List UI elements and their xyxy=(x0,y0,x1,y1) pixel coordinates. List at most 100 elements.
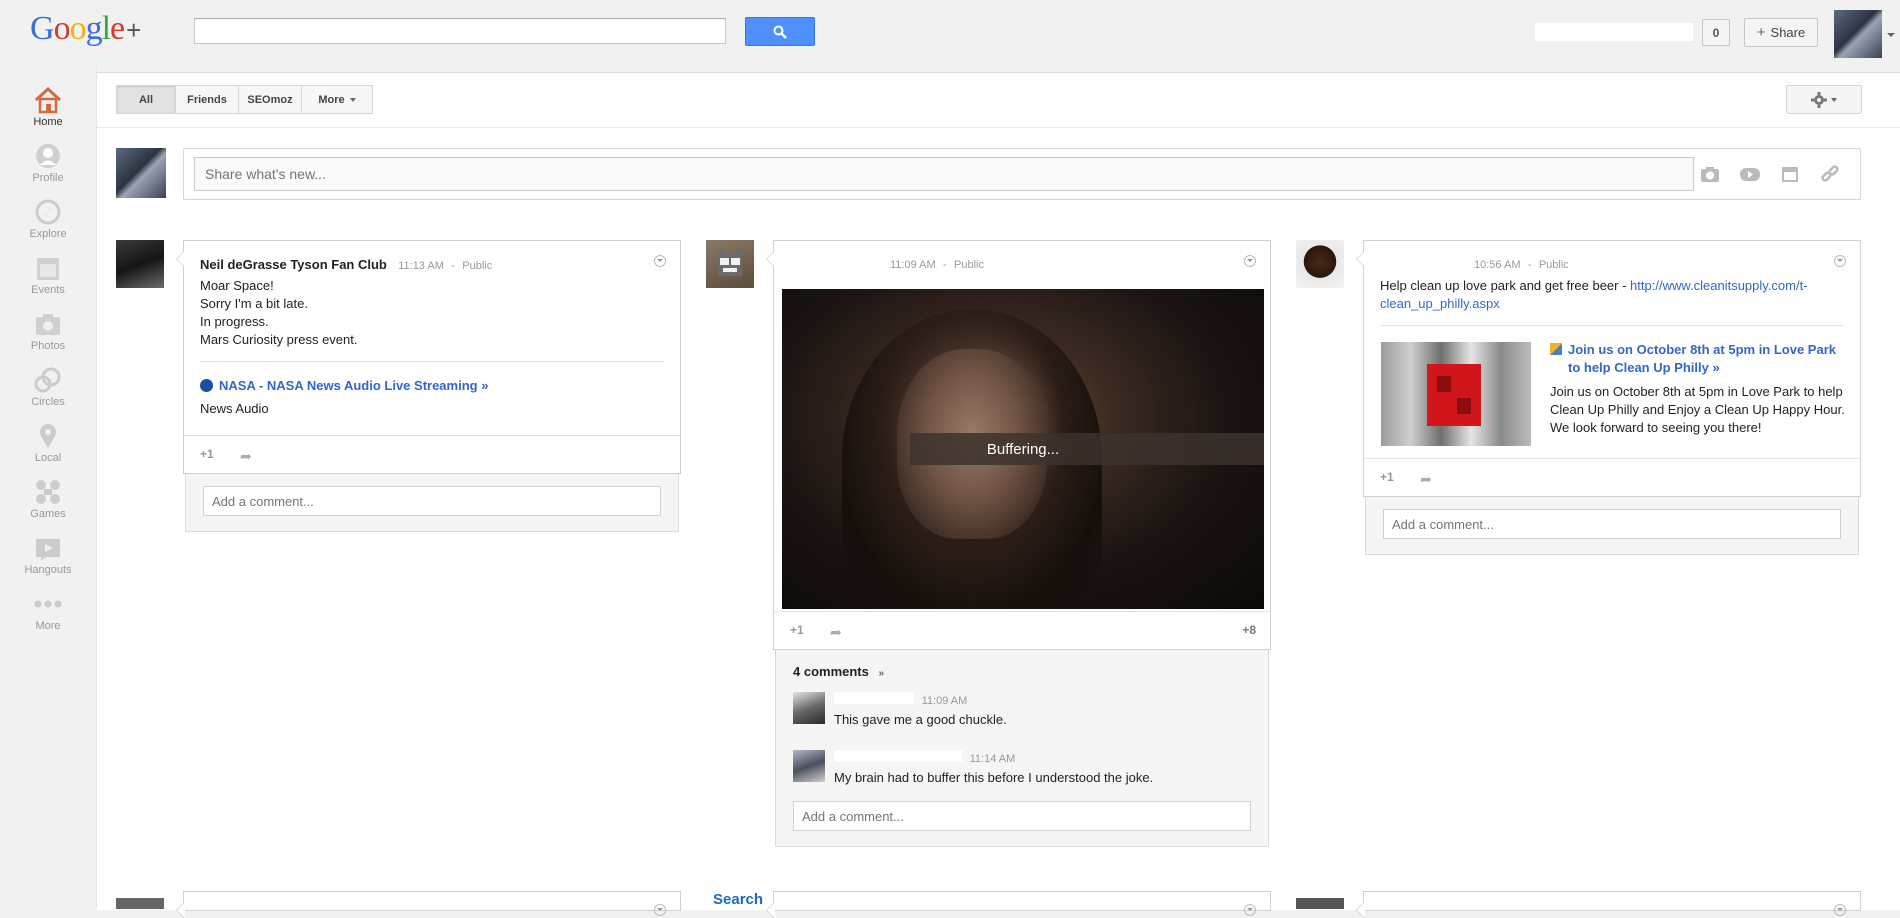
post-thumbnail-text: Search xyxy=(713,891,764,908)
post-time[interactable]: 11:13 AM xyxy=(398,260,444,272)
post-menu-icon[interactable] xyxy=(654,255,666,267)
map-pin-icon xyxy=(32,422,64,450)
post-menu-icon[interactable] xyxy=(1244,255,1256,267)
comments-toggle[interactable]: 4 comments » xyxy=(793,664,884,679)
share-arrow-icon[interactable]: ➦ xyxy=(1420,471,1432,488)
share-button[interactable]: + Share xyxy=(1744,18,1818,47)
video-player[interactable]: Buffering... xyxy=(782,289,1264,609)
post-author-avatar[interactable] xyxy=(1296,240,1344,288)
nav-more[interactable]: More xyxy=(0,582,96,638)
plus-one-button[interactable]: +1 xyxy=(790,623,804,637)
post-visibility[interactable]: Public xyxy=(954,259,984,271)
filter-friends[interactable]: Friends xyxy=(175,85,239,114)
profile-icon xyxy=(32,142,64,170)
compass-icon xyxy=(32,198,64,226)
post-url-continued[interactable]: clean_up_philly.aspx xyxy=(1380,296,1500,311)
nav-photos[interactable]: Photos xyxy=(0,302,96,358)
plus-one-button[interactable]: +1 xyxy=(1380,470,1394,484)
video-icon[interactable] xyxy=(1739,163,1761,185)
more-dots-icon xyxy=(32,590,64,618)
site-favicon-icon xyxy=(1550,343,1562,355)
comment-author[interactable] xyxy=(834,692,914,704)
buffering-status: Buffering... xyxy=(986,441,1060,458)
post-author-avatar[interactable] xyxy=(706,240,754,288)
post-author-avatar[interactable] xyxy=(1296,898,1344,909)
link-title-continued[interactable]: to help Clean Up Philly » xyxy=(1550,359,1850,377)
comment: 11:09 AM This gave me a good chuckle. xyxy=(834,692,1007,727)
my-avatar[interactable] xyxy=(116,148,166,198)
filter-more-label: More xyxy=(318,93,345,106)
post-separator: - xyxy=(943,259,947,271)
nav-circles[interactable]: Circles xyxy=(0,358,96,414)
post-author[interactable]: Neil deGrasse Tyson Fan Club xyxy=(200,257,387,272)
share-input[interactable] xyxy=(194,157,1694,191)
games-icon xyxy=(32,478,64,506)
account-avatar[interactable] xyxy=(1834,10,1882,58)
link-icon[interactable] xyxy=(1819,163,1841,185)
comments-count: 4 comments xyxy=(793,664,869,679)
comment-input[interactable] xyxy=(1383,509,1841,539)
search-input[interactable] xyxy=(194,18,726,44)
filter-seomoz[interactable]: SEOmoz xyxy=(238,85,302,114)
nav-hangouts[interactable]: Hangouts xyxy=(0,526,96,582)
nav-profile[interactable]: Profile xyxy=(0,134,96,190)
link-thumbnail-image[interactable] xyxy=(1381,342,1531,446)
post-author-avatar[interactable] xyxy=(116,240,164,288)
post-body: Help clean up love park and get free bee… xyxy=(1380,277,1850,313)
share-arrow-icon[interactable]: ➦ xyxy=(240,448,252,465)
post-visibility[interactable]: Public xyxy=(1539,259,1569,271)
nav-games[interactable]: Games xyxy=(0,470,96,526)
link-title[interactable]: Join us on October 8th at 5pm in Love Pa… xyxy=(1568,342,1836,357)
search-button[interactable] xyxy=(745,17,815,46)
user-name[interactable] xyxy=(1535,23,1693,41)
post-card xyxy=(176,891,681,918)
post-comment-area xyxy=(185,474,679,532)
post-url[interactable]: http://www.cleanitsupply.com/t- xyxy=(1630,278,1808,293)
comment-avatar[interactable] xyxy=(793,692,825,724)
camera-icon[interactable] xyxy=(1699,163,1721,185)
chevron-down-icon xyxy=(1831,97,1837,102)
notification-count[interactable]: 0 xyxy=(1702,19,1730,46)
post-time[interactable]: 10:56 AM xyxy=(1474,259,1520,271)
post-menu-icon[interactable] xyxy=(1834,255,1846,267)
share-arrow-icon[interactable]: ➦ xyxy=(830,624,842,641)
event-icon[interactable] xyxy=(1779,163,1801,185)
nav-local[interactable]: Local xyxy=(0,414,96,470)
account-dropdown-icon[interactable] xyxy=(1887,33,1895,37)
post-author-avatar[interactable] xyxy=(116,898,164,909)
post-time[interactable]: 11:09 AM xyxy=(890,259,936,271)
post-card xyxy=(1356,891,1861,918)
link-title[interactable]: NASA - NASA News Audio Live Streaming » xyxy=(219,378,488,393)
comment-author[interactable] xyxy=(834,750,962,762)
link-description-line: Join us on October 8th at 5pm in Love Pa… xyxy=(1550,384,1843,399)
post-menu-icon[interactable] xyxy=(654,904,666,916)
nav-explore[interactable]: Explore xyxy=(0,190,96,246)
expand-icon: » xyxy=(878,668,885,679)
chevron-down-icon xyxy=(349,97,356,102)
stream-settings-button[interactable] xyxy=(1786,85,1862,114)
post-line: Moar Space! xyxy=(200,278,274,293)
google-plus-logo[interactable]: Google+ xyxy=(30,10,141,48)
post-text: Help clean up love park and get free bee… xyxy=(1380,278,1631,293)
comment-avatar[interactable] xyxy=(793,750,825,782)
filter-all[interactable]: All xyxy=(116,85,176,114)
stream-filter-bar: All Friends SEOmoz More xyxy=(116,85,373,114)
plus-one-button[interactable]: +1 xyxy=(200,447,214,461)
circles-icon xyxy=(32,366,64,394)
post-menu-icon[interactable] xyxy=(1244,904,1256,916)
comment-text: My brain had to buffer this before I und… xyxy=(834,770,1154,785)
post-actions: +1 ➦ xyxy=(1364,458,1860,496)
video-camera-icon xyxy=(32,534,64,562)
comment-input[interactable] xyxy=(793,801,1251,831)
divider xyxy=(1380,325,1844,326)
nav-events[interactable]: Events xyxy=(0,246,96,302)
filter-more[interactable]: More xyxy=(301,85,373,114)
post-visibility[interactable]: Public xyxy=(462,260,492,272)
comment-input[interactable] xyxy=(203,486,661,516)
header-divider xyxy=(97,127,1900,128)
link-preview: NASA - NASA News Audio Live Streaming » … xyxy=(200,377,488,418)
plus-count[interactable]: +8 xyxy=(1242,623,1256,637)
nav-home[interactable]: Home xyxy=(0,78,96,134)
post-header: Neil deGrasse Tyson Fan Club 11:13 AM - … xyxy=(200,257,492,272)
post-menu-icon[interactable] xyxy=(1834,904,1846,916)
